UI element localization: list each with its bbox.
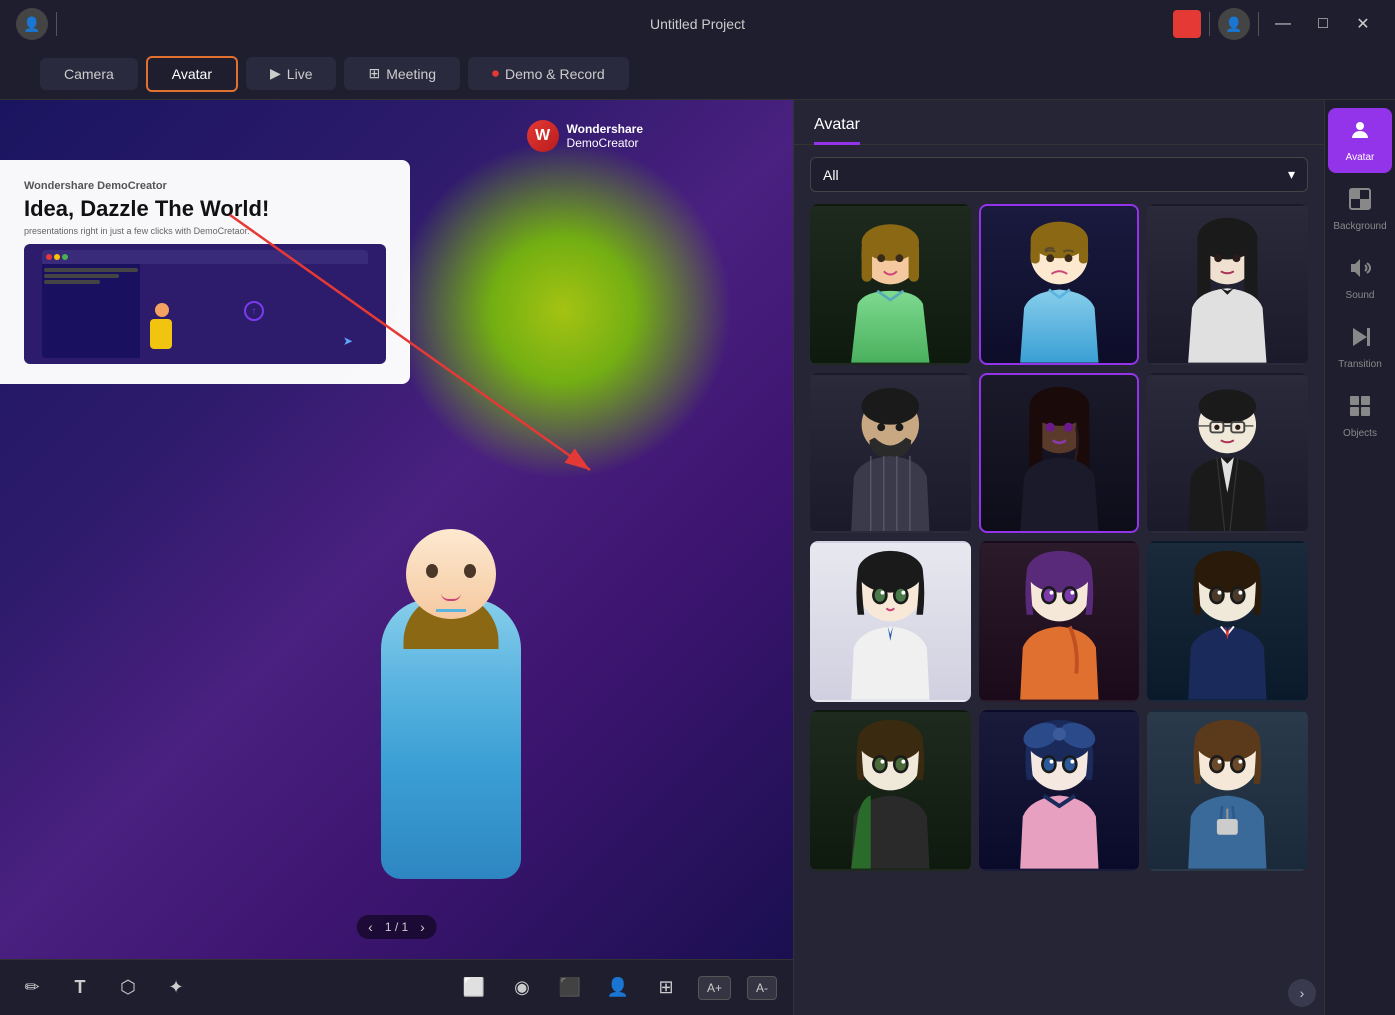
avatar-card-4[interactable]: [810, 373, 971, 534]
text-increase-button[interactable]: A+: [698, 976, 731, 1000]
tab-live[interactable]: ▶ Live: [246, 57, 336, 90]
multi-mode-button[interactable]: ⊞: [650, 972, 682, 1004]
ws-logo-icon: W: [527, 120, 559, 152]
ws-logo-line1: Wondershare: [567, 122, 643, 136]
bottom-toolbar: ✏ T ⬡ ✦ ⬜ ◉ ⬛ 👤 ⊞ A+ A-: [0, 959, 793, 1015]
main-area: W Wondershare DemoCreator Wondershare De…: [0, 100, 1395, 1015]
demo-icon: ⏺: [492, 65, 499, 82]
next-page-button[interactable]: ›: [420, 919, 425, 935]
slide-heading: Idea, Dazzle The World!: [24, 196, 386, 222]
avatar-card-12[interactable]: [1147, 710, 1308, 871]
avatar-eye-left: [426, 564, 438, 578]
transition-sidebar-icon: [1348, 325, 1372, 355]
tab-demo[interactable]: ⏺ Demo & Record: [468, 57, 629, 90]
slide-screen-preview: ↑ ➤: [24, 244, 386, 364]
sidebar-transition-label: Transition: [1338, 359, 1382, 370]
avatar-card-9[interactable]: [1147, 541, 1308, 702]
avatar-sidebar-icon: [1348, 118, 1372, 148]
sidebar-background-label: Background: [1333, 221, 1386, 232]
ws-logo-line2: DemoCreator: [567, 136, 643, 150]
sidebar-sound-label: Sound: [1346, 290, 1375, 301]
avatar-panel-header: Avatar: [794, 100, 1324, 145]
text-tool-button[interactable]: T: [64, 972, 96, 1004]
tab-avatar-label: Avatar: [172, 66, 212, 82]
tab-live-label: Live: [287, 66, 313, 82]
avatar-filter-dropdown[interactable]: All ▾: [810, 157, 1308, 192]
title-bar: 👤 Untitled Project 👤 — □ ✕: [0, 0, 1395, 48]
page-info: 1 / 1: [385, 920, 408, 934]
pen-tool-button[interactable]: ✏: [16, 972, 48, 1004]
prev-page-button[interactable]: ‹: [368, 919, 373, 935]
text-decrease-button[interactable]: A-: [747, 976, 777, 1000]
toolbar-right: ⬜ ◉ ⬛ 👤 ⊞ A+ A-: [458, 972, 777, 1004]
stamp-tool-button[interactable]: ✦: [160, 972, 192, 1004]
avatar-card-11[interactable]: [979, 710, 1140, 871]
avatar-head: [406, 529, 496, 619]
scroll-more-button[interactable]: ›: [1288, 979, 1316, 1007]
slide-brand: Wondershare DemoCreator: [24, 180, 386, 192]
avatar-card-1[interactable]: [810, 204, 971, 365]
sidebar-item-transition[interactable]: Transition: [1328, 315, 1392, 380]
toolbar-left: ✏ T ⬡ ✦: [16, 972, 192, 1004]
avatar-panel: Avatar All ▾: [794, 100, 1325, 1015]
close-button[interactable]: ✕: [1347, 8, 1379, 40]
sidebar-item-background[interactable]: Background: [1328, 177, 1392, 242]
canvas-viewport[interactable]: W Wondershare DemoCreator Wondershare De…: [0, 100, 793, 959]
slide-content-card: Wondershare DemoCreator Idea, Dazzle The…: [0, 160, 410, 384]
avatar-mouth: [441, 593, 461, 601]
avatar-eye-right: [464, 564, 476, 578]
canvas-area: W Wondershare DemoCreator Wondershare De…: [0, 100, 793, 1015]
avatar-stage: [361, 599, 541, 899]
avatar-panel-title: Avatar: [814, 116, 860, 145]
maximize-button[interactable]: □: [1307, 8, 1339, 40]
ws-logo: W Wondershare DemoCreator: [527, 120, 643, 152]
user-icon[interactable]: 👤: [16, 8, 48, 40]
tab-meeting-label: Meeting: [386, 66, 436, 82]
shape-tool-button[interactable]: ⬡: [112, 972, 144, 1004]
avatar-body: [381, 599, 521, 879]
tab-meeting[interactable]: ⊞ Meeting: [344, 57, 460, 90]
background-sidebar-icon: [1348, 187, 1372, 217]
account-icon[interactable]: 👤: [1218, 8, 1250, 40]
objects-sidebar-icon: [1348, 394, 1372, 424]
screen-mode-button[interactable]: ⬜: [458, 972, 490, 1004]
avatar-card-7[interactable]: [810, 541, 971, 702]
meeting-icon: ⊞: [368, 65, 380, 82]
avatar-card-8[interactable]: [979, 541, 1140, 702]
person-mode-button[interactable]: 👤: [602, 972, 634, 1004]
sidebar-item-avatar[interactable]: Avatar: [1328, 108, 1392, 173]
tab-camera-label: Camera: [64, 66, 114, 82]
record-status-dot: [1173, 10, 1201, 38]
sidebar-item-sound[interactable]: Sound: [1328, 246, 1392, 311]
avatar-grid: [794, 204, 1324, 971]
minimize-button[interactable]: —: [1267, 8, 1299, 40]
avatar-card-5[interactable]: [979, 373, 1140, 534]
sidebar-item-objects[interactable]: Objects: [1328, 384, 1392, 449]
sidebar-objects-label: Objects: [1343, 428, 1377, 439]
tab-demo-label: Demo & Record: [505, 66, 605, 82]
avatar-card-2[interactable]: [979, 204, 1140, 365]
avatar-card-6[interactable]: [1147, 373, 1308, 534]
slide-circle: [393, 140, 733, 480]
live-icon: ▶: [270, 65, 281, 82]
filter-chevron-icon: ▾: [1288, 166, 1295, 183]
tab-camera[interactable]: Camera: [40, 58, 138, 90]
sidebar-avatar-label: Avatar: [1346, 152, 1375, 163]
filter-selected-label: All: [823, 167, 839, 183]
nav-tabs: Camera Avatar ▶ Live ⊞ Meeting ⏺ Demo & …: [0, 48, 1395, 100]
record-mode-button[interactable]: ⬛: [554, 972, 586, 1004]
right-sidebar: Avatar Background: [1325, 100, 1395, 1015]
camera-pip-button[interactable]: ◉: [506, 972, 538, 1004]
sound-sidebar-icon: [1348, 256, 1372, 286]
avatar-card-3[interactable]: [1147, 204, 1308, 365]
right-panel: Avatar All ▾: [793, 100, 1395, 1015]
slide-sub: presentations right in just a few clicks…: [24, 226, 386, 236]
window-title: Untitled Project: [650, 16, 745, 32]
pagination: ‹ 1 / 1 ›: [356, 915, 437, 939]
tab-avatar[interactable]: Avatar: [146, 56, 238, 92]
avatar-card-10[interactable]: [810, 710, 971, 871]
